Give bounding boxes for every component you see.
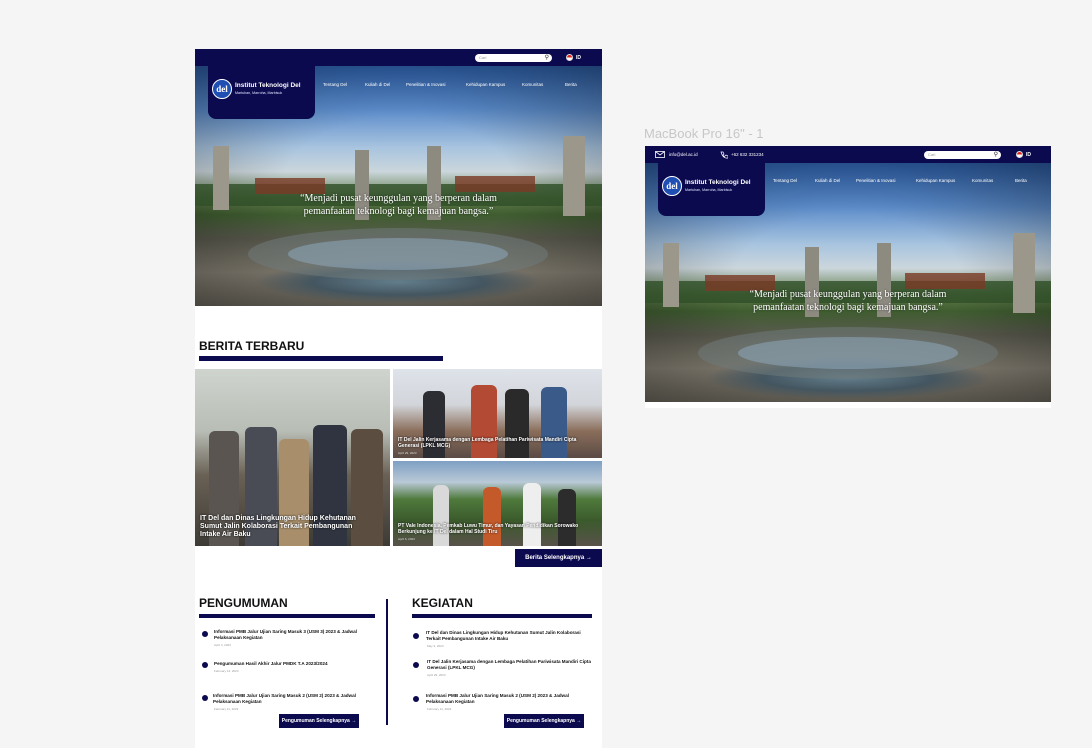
announcement-date: April 4, 2023 [214,643,231,647]
language-selector[interactable]: ID [576,55,581,61]
language-selector[interactable]: ID [1026,152,1031,158]
news-title-underline [199,356,443,361]
hero-quote-line2: pemanfaatan teknologi bagi kemajuan bang… [753,302,943,313]
news-more-button[interactable]: Berita Selengkapnya → [515,549,602,567]
phone-icon [720,151,728,159]
nav-item-tentang[interactable]: Tentang Del [323,82,347,87]
activity-date: April 29, 2023 [427,673,446,677]
contact-phone[interactable]: +62 632 331234 [731,152,764,157]
hero-quote: “Menjadi pusat keunggulan yang berperan … [708,288,988,314]
nav-item-komunitas[interactable]: Komunitas [972,178,993,183]
search-placeholder: Cari [928,152,936,157]
homepage-frame-desktop: info@del.ac.id +62 632 331234 Cari ⚲ ID … [645,146,1051,408]
logo-panel[interactable]: del Institut Teknologi Del Martuhan, Mar… [208,66,315,119]
logo-tagline: Martuhan, Marroha, Marbisuk [235,91,283,95]
hero-quote-line1: “Menjadi pusat keunggulan yang berperan … [749,289,947,300]
activities-underline [412,614,592,618]
bullet-icon [413,633,419,639]
search-icon[interactable]: ⚲ [994,151,998,159]
photo-person [558,489,576,546]
search-placeholder: Cari [479,55,487,60]
search-input[interactable]: Cari ⚲ [924,151,1001,159]
itdel-logo-icon: del [212,79,232,99]
announcements-underline [199,614,375,618]
bullet-icon [202,695,208,701]
hero-quote: “Menjadi pusat keunggulan yang berperan … [195,192,602,218]
nav-item-penelitian[interactable]: Penelitian & Inovasi [406,82,446,87]
news-card-3[interactable]: PT Vale Indonesia, Pemkab Luwu Timur, da… [393,461,602,546]
search-icon[interactable]: ⚲ [545,54,549,62]
announcement-title[interactable]: Informasi PMB Jalur Ujian Saring Masuk 2… [213,693,378,704]
top-bar: Cari ⚲ ID [195,49,602,66]
news-card-2[interactable]: IT Del Jalin Kerjasama dengan Lembaga Pe… [393,369,602,458]
announcements-more-button[interactable]: Pengumuman Selengkapnya → [279,714,359,728]
mail-icon [655,151,665,158]
news-card-title[interactable]: IT Del dan Dinas Lingkungan Hidup Kehuta… [200,515,370,539]
announcement-date: February 13, 2023 [214,669,239,673]
nav-item-tentang[interactable]: Tentang Del [773,178,797,183]
activity-title[interactable]: IT Del dan Dinas Lingkungan Hidup Kehuta… [426,630,591,641]
nav-item-berita[interactable]: Berita [565,82,577,87]
bullet-icon [202,631,208,637]
section-divider [386,599,388,725]
nav-item-kehidupan[interactable]: Kehidupan Kampus [466,82,505,87]
logo-panel[interactable]: del Institut Teknologi Del Martuhan, Mar… [658,163,765,216]
bullet-icon [202,662,208,668]
top-bar: info@del.ac.id +62 632 331234 Cari ⚲ ID [645,146,1051,163]
activity-date: February 11, 2023 [427,707,452,711]
nav-item-kuliah[interactable]: Kuliah di Del [815,178,840,183]
announcement-title[interactable]: Pengumuman Hasil Akhir Jalur PMDK T.A 20… [214,661,379,667]
nav-item-komunitas[interactable]: Komunitas [522,82,543,87]
activity-title[interactable]: IT Del Jalin Kerjasama dengan Lembaga Pe… [427,659,592,670]
nav-item-berita[interactable]: Berita [1015,178,1027,183]
announcements-title: PENGUMUMAN [199,596,288,610]
news-card-title[interactable]: IT Del Jalin Kerjasama dengan Lembaga Pe… [398,437,593,449]
bullet-icon [413,696,419,702]
hero-quote-line1: “Menjadi pusat keunggulan yang berperan … [300,193,497,204]
indonesia-flag-icon [1016,151,1023,158]
nav-item-penelitian[interactable]: Penelitian & Inovasi [856,178,896,183]
nav-item-kuliah[interactable]: Kuliah di Del [365,82,390,87]
logo-name: Institut Teknologi Del [685,179,751,186]
indonesia-flag-icon [566,54,573,61]
news-card-date: April 29, 2023 [398,451,417,455]
news-card-date: April 6, 2023 [398,537,415,541]
photo-person [433,485,449,546]
activities-more-button[interactable]: Pengumuman Selengkapnya → [504,714,584,728]
hero-quote-line2: pemanfaatan teknologi bagi kemajuan bang… [303,206,494,217]
nav-item-kehidupan[interactable]: Kehidupan Kampus [916,178,955,183]
homepage-frame-long: Cari ⚲ ID del Institut Teknologi Del Mar… [195,49,602,748]
news-section-title: BERITA TERBARU [199,339,305,353]
search-input[interactable]: Cari ⚲ [475,54,552,62]
bullet-icon [413,662,419,668]
announcement-date: February 11, 2023 [214,707,239,711]
photo-person [523,483,541,546]
announcement-title[interactable]: Informasi PMB Jalur Ujian Saring Masuk 3… [214,629,379,640]
logo-name: Institut Teknologi Del [235,82,301,89]
contact-email[interactable]: info@del.ac.id [669,152,698,157]
logo-tagline: Martuhan, Marroha, Marbisuk [685,188,733,192]
itdel-logo-icon: del [662,176,682,196]
photo-person [483,487,501,546]
news-card-title[interactable]: PT Vale Indonesia, Pemkab Luwu Timur, da… [398,523,593,535]
activity-title[interactable]: Informasi PMB Jalur Ujian Saring Masuk 2… [426,693,591,704]
news-card-featured[interactable]: IT Del dan Dinas Lingkungan Hidup Kehuta… [195,369,390,546]
activity-date: May 3, 2023 [427,644,444,648]
activities-title: KEGIATAN [412,596,473,610]
frame-label: MacBook Pro 16" - 1 [644,126,764,141]
